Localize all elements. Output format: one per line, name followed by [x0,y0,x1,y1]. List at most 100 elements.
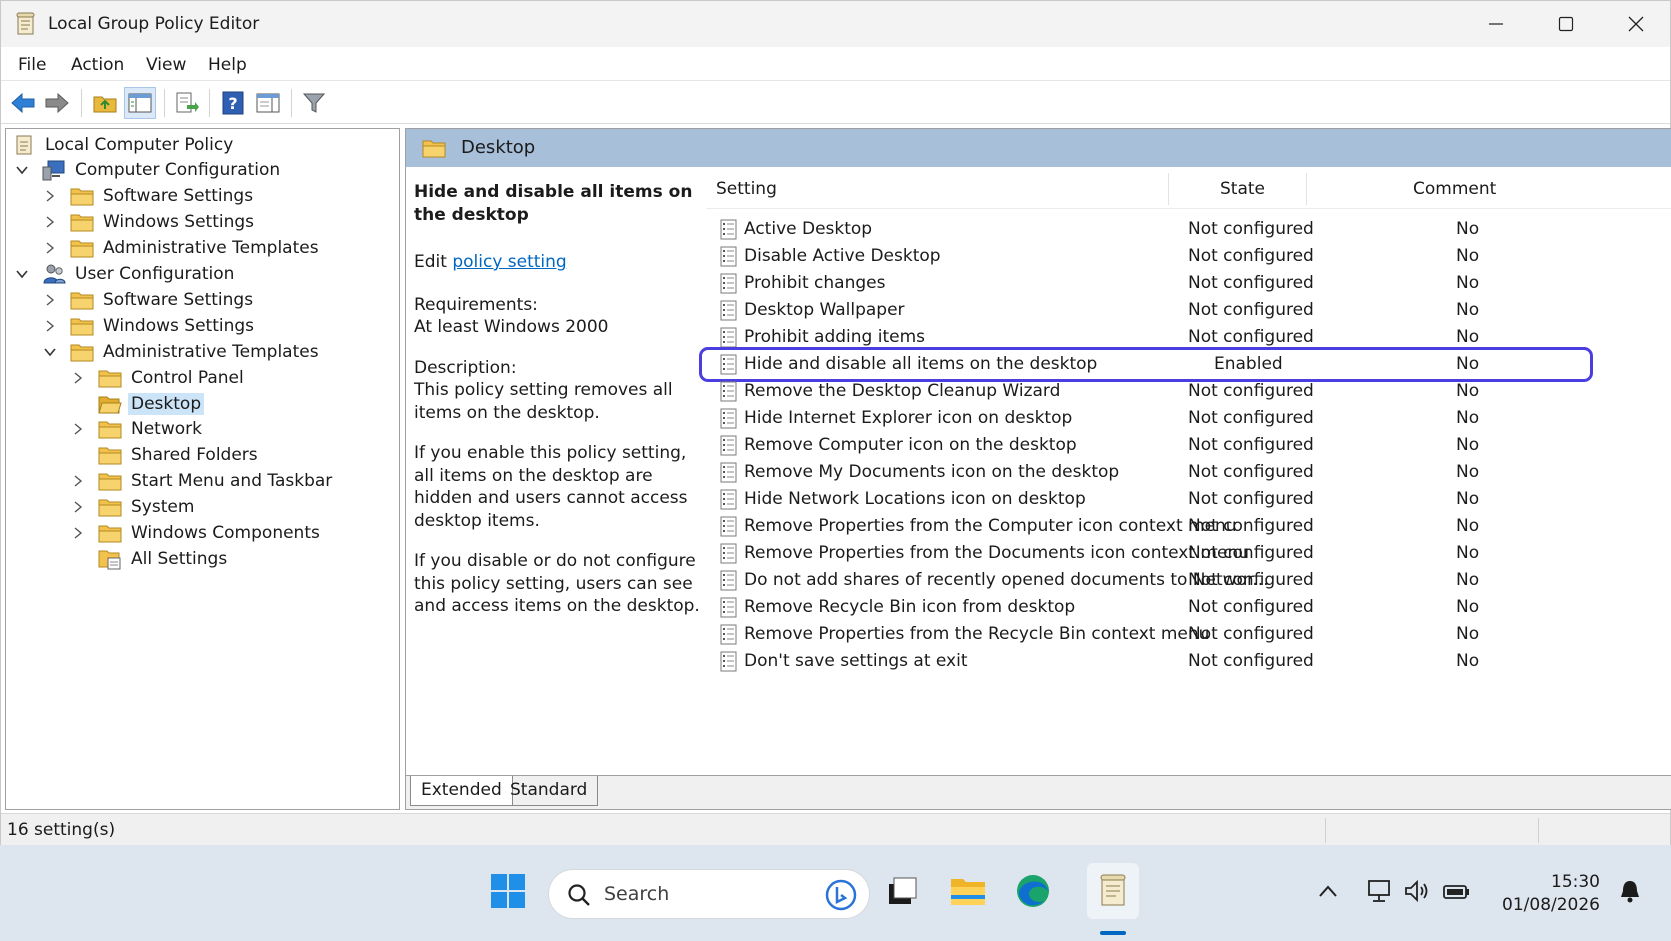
chevron-right-icon[interactable] [42,292,58,308]
setting-name: Hide Network Locations icon on desktop [744,489,1086,509]
file-explorer-button[interactable] [942,863,994,919]
menu-help[interactable]: Help [208,55,247,75]
chevron-right-icon[interactable] [70,499,86,515]
chevron-right-icon[interactable] [70,370,86,386]
policy-setting-row[interactable]: Remove Computer icon on the desktop Not c… [706,431,1586,460]
policy-setting-row[interactable]: Don't save settings at exit Not configure… [706,647,1586,676]
chevron-right-icon[interactable] [42,318,58,334]
policy-setting-row[interactable]: Do not add shares of recently opened doc… [706,566,1586,595]
network-status-button[interactable] [1362,863,1398,919]
show-hidden-icons-button[interactable] [1310,863,1346,919]
up-one-level-button[interactable] [89,87,121,119]
column-divider[interactable] [1168,173,1169,205]
forward-button[interactable] [41,87,73,119]
setting-name: Desktop Wallpaper [744,300,905,320]
policy-setting-row[interactable]: Remove Recycle Bin icon from desktop Not … [706,593,1586,622]
maximize-button[interactable] [1532,1,1600,47]
chevron-right-icon[interactable] [42,214,58,230]
menu-action[interactable]: Action [71,55,124,75]
taskbar-search-box[interactable]: Search [548,869,870,919]
filter-button[interactable] [298,87,330,119]
chevron-right-icon[interactable] [42,240,58,256]
tree-item[interactable]: Administrative Templates [42,338,322,365]
policy-setting-row[interactable]: Remove Properties from the Computer icon… [706,512,1586,541]
volume-button[interactable] [1400,863,1436,919]
edge-button[interactable] [1007,863,1059,919]
chevron-down-icon[interactable] [14,266,30,282]
tree-item[interactable]: Local Computer Policy [12,131,236,158]
battery-button[interactable] [1438,863,1474,919]
tab-standard[interactable]: Standard [500,776,599,806]
minimize-button[interactable] [1462,1,1530,47]
tree-item-label: Start Menu and Taskbar [131,471,333,492]
policy-setting-icon [720,570,737,591]
tree-item[interactable]: Software Settings [42,286,256,313]
tree-item[interactable]: System [70,494,197,521]
policy-setting-row[interactable]: Remove Properties from the Recycle Bin c… [706,620,1586,649]
chevron-right-icon[interactable] [42,188,58,204]
menu-file[interactable]: File [18,55,46,75]
show-hide-console-tree-button[interactable] [124,87,156,119]
chevron-down-icon[interactable] [42,344,58,360]
chevron-down-icon[interactable] [14,162,30,178]
tree-item[interactable]: Start Menu and Taskbar [70,468,335,495]
policy-setting-row[interactable]: Hide Internet Explorer icon on desktop No… [706,404,1586,433]
bing-icon[interactable] [825,879,857,911]
tree-item[interactable]: Network [70,416,205,443]
tree-item[interactable]: Computer Configuration [14,157,283,184]
policy-setting-row[interactable]: Desktop Wallpaper Not configured No [706,296,1586,325]
tab-extended[interactable]: Extended [410,776,513,806]
tree-item[interactable]: Windows Components [70,520,323,547]
export-list-button[interactable] [171,87,203,119]
policy-setting-row[interactable]: Remove Properties from the Documents ico… [706,539,1586,568]
tree-item[interactable]: Desktop [70,390,205,417]
tree-item[interactable]: Software Settings [42,183,256,210]
back-button[interactable] [7,87,39,119]
task-view-button[interactable] [876,863,928,919]
setting-comment: No [1456,219,1480,239]
setting-comment: No [1456,651,1480,671]
policy-setting-row[interactable]: Remove My Documents icon on the desktop N… [706,458,1586,487]
chevron-right-icon[interactable] [70,473,86,489]
edge-icon [1017,875,1049,907]
setting-comment: No [1456,570,1480,590]
group-policy-taskbar-button[interactable] [1087,863,1139,919]
help-button[interactable]: ? [217,87,249,119]
show-hide-action-pane-button[interactable] [252,87,284,119]
tree-item[interactable]: User Configuration [14,261,237,288]
selected-policy-title: Hide and disable all items on the deskto… [414,182,693,225]
setting-name: Remove Properties from the Documents ico… [744,543,1250,563]
menu-view[interactable]: View [146,55,186,75]
taskbar-clock[interactable]: 15:30 01/08/2026 [1490,871,1600,917]
policy-setting-row[interactable]: Hide and disable all items on the deskto… [699,347,1593,382]
policy-setting-row[interactable]: Hide Network Locations icon on desktop No… [706,485,1586,514]
setting-name: Hide and disable all items on the deskto… [744,354,1098,374]
tree-item[interactable]: Windows Settings [42,312,257,339]
tree-item[interactable]: Administrative Templates [42,235,322,262]
column-header-comment[interactable]: Comment [1413,179,1496,199]
setting-name: Remove Recycle Bin icon from desktop [744,597,1076,617]
tree-item[interactable]: Shared Folders [70,442,261,469]
folder-icon [98,444,122,466]
column-header-setting[interactable]: Setting [716,179,777,199]
policy-setting-row[interactable]: Disable Active Desktop Not configured No [706,242,1586,271]
chevron-right-icon[interactable] [70,525,86,541]
tree-item[interactable]: Control Panel [70,364,247,391]
notifications-button[interactable] [1610,863,1650,919]
tree-item[interactable]: All Settings [70,545,230,572]
folder-icon [70,211,94,233]
start-button[interactable] [482,863,534,919]
setting-state: Not configured [1188,327,1314,347]
policy-setting-row[interactable]: Prohibit changes Not configured No [706,269,1586,298]
chevron-right-icon[interactable] [70,421,86,437]
tree-item[interactable]: Windows Settings [42,209,257,236]
policy-setting-row[interactable]: Prohibit adding items Not configured No [706,323,1586,352]
policy-setting-link[interactable]: policy setting [452,252,566,272]
policy-setting-row[interactable]: Remove the Desktop Cleanup Wizard Not con… [706,377,1586,406]
column-header-state[interactable]: State [1220,179,1265,199]
column-divider[interactable] [1306,173,1307,205]
policy-setting-row[interactable]: Active Desktop Not configured No [706,215,1586,244]
folder-icon [98,496,122,518]
policy-setting-icon [720,219,737,240]
close-button[interactable] [1602,1,1670,47]
